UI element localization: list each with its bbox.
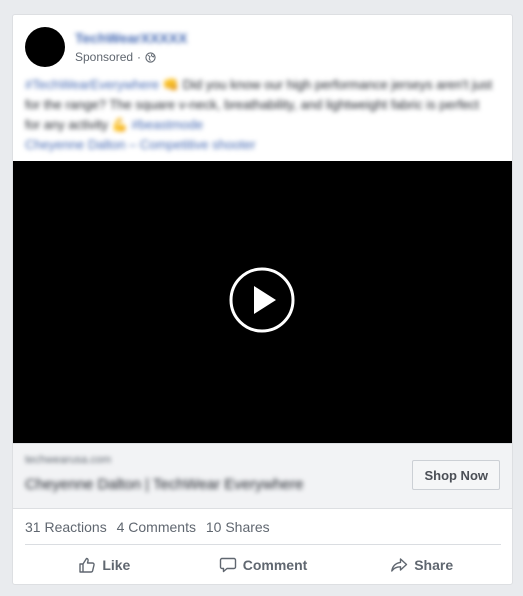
shop-now-button[interactable]: Shop Now	[412, 460, 500, 490]
link-title[interactable]: Cheyenne Dalton | TechWear Everywhere	[25, 476, 304, 493]
hashtag-link[interactable]: #TechWearEverywhere	[25, 77, 159, 92]
post-meta: Sponsored ·	[75, 50, 156, 64]
sponsored-post-card: TechWearXXXXX Sponsored · #TechWearEvery…	[12, 14, 513, 585]
emoji: 👊	[162, 77, 179, 92]
share-arrow-icon	[391, 558, 408, 572]
credit-link[interactable]: Cheyenne Dalton – Competitive shooter	[25, 137, 256, 152]
page-name[interactable]: TechWearXXXXX	[75, 30, 187, 46]
reactions-count[interactable]: 31 Reactions	[25, 519, 107, 535]
share-button[interactable]: Share	[342, 549, 501, 581]
like-button[interactable]: Like	[25, 549, 184, 581]
shares-count[interactable]: 10 Shares	[206, 519, 270, 535]
action-bar: Like Comment Share	[25, 549, 501, 581]
sponsored-label[interactable]: Sponsored	[75, 50, 133, 64]
comments-count[interactable]: 4 Comments	[117, 519, 196, 535]
post-text: #TechWearEverywhere 👊 Did you know our h…	[25, 75, 495, 155]
link-domain: techwearusa.com	[25, 454, 112, 466]
hashtag-link-2[interactable]: #beastmode	[132, 117, 204, 132]
share-label: Share	[414, 557, 454, 573]
comment-button[interactable]: Comment	[184, 549, 343, 581]
link-preview[interactable]: techwearusa.com Cheyenne Dalton | TechWe…	[13, 443, 512, 509]
like-label: Like	[102, 557, 131, 573]
emoji-2: 💪	[111, 117, 128, 132]
engagement-stats: 31 Reactions 4 Comments 10 Shares	[25, 519, 276, 535]
globe-icon[interactable]	[145, 51, 156, 63]
divider	[25, 544, 501, 545]
page-avatar[interactable]	[25, 27, 65, 67]
meta-separator: ·	[137, 50, 142, 64]
comment-label: Comment	[242, 557, 308, 573]
video-player[interactable]	[13, 161, 512, 443]
comment-icon	[219, 557, 236, 573]
play-button-icon[interactable]	[229, 267, 295, 333]
thumbs-up-icon	[79, 557, 96, 573]
